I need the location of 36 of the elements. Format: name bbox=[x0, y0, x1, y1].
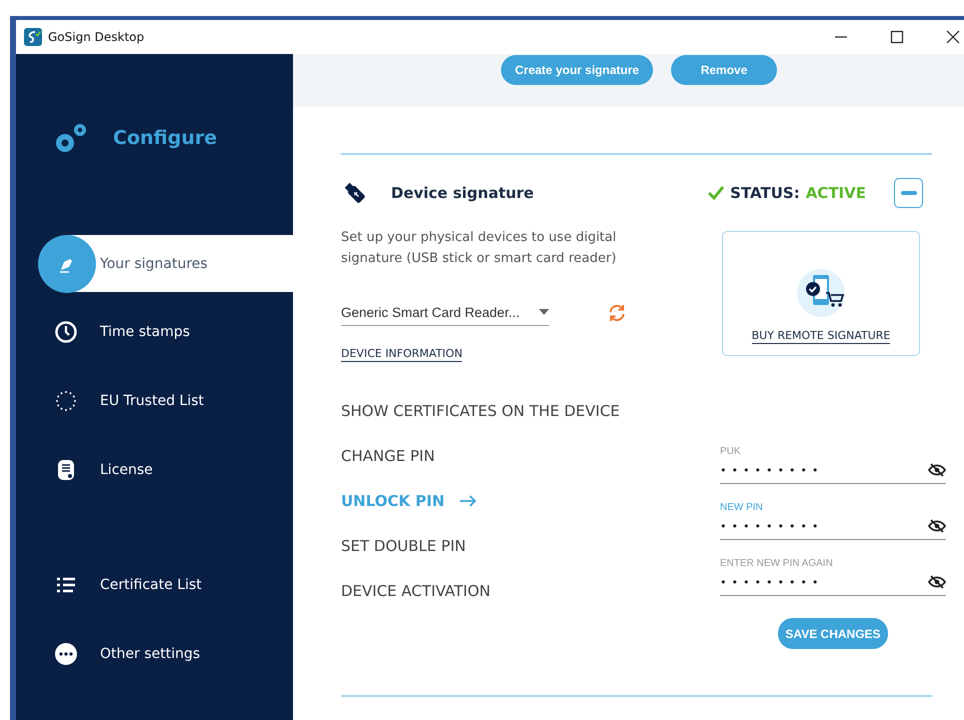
window-title: GoSign Desktop bbox=[48, 30, 144, 44]
action-item[interactable]: DEVICE ACTIVATION bbox=[341, 568, 671, 613]
action-item[interactable]: SHOW CERTIFICATES ON THE DEVICE bbox=[341, 388, 671, 433]
eye-off-icon[interactable] bbox=[928, 463, 946, 477]
sidebar-item[interactable]: License bbox=[16, 441, 293, 499]
password-field[interactable]: NEW PIN ••••••••• bbox=[720, 484, 946, 540]
device-dropdown[interactable]: Generic Smart Card Reader... bbox=[341, 299, 549, 326]
eye-off-icon[interactable] bbox=[928, 519, 946, 533]
maximize-icon[interactable] bbox=[890, 30, 904, 44]
password-field[interactable]: PUK ••••••••• bbox=[720, 438, 946, 484]
app-logo-icon bbox=[24, 28, 42, 46]
action-item[interactable]: SET DOUBLE PIN bbox=[341, 523, 671, 568]
buy-remote-signature-link[interactable]: BUY REMOTE SIGNATURE bbox=[752, 329, 890, 344]
more-icon bbox=[54, 642, 78, 666]
description-text: Set up your physical devices to use digital signature (USB stick or smart card reader) bbox=[341, 229, 618, 268]
caret-icon bbox=[539, 309, 549, 315]
arrow-icon bbox=[458, 494, 476, 506]
sidebar-item[interactable]: Time stamps bbox=[16, 303, 293, 361]
sidebar-item[interactable]: Other settings bbox=[16, 625, 293, 683]
action-item[interactable]: CHANGE PIN bbox=[341, 433, 671, 478]
status-label: STATUS: bbox=[730, 184, 800, 202]
sidebar-item[interactable]: Your signatures bbox=[38, 235, 293, 292]
clock-icon bbox=[54, 320, 78, 344]
sidebar-item[interactable]: EU Trusted List bbox=[16, 372, 293, 430]
password-field[interactable]: ENTER NEW PIN AGAIN ••••••••• bbox=[720, 540, 946, 596]
status-value: ACTIVE bbox=[806, 184, 866, 202]
device-information-link[interactable]: DEVICE INFORMATION bbox=[341, 347, 462, 362]
sidebar-heading: Configure bbox=[113, 127, 217, 149]
sidebar-item[interactable]: Certificate List bbox=[16, 556, 293, 614]
collapse-button[interactable] bbox=[894, 178, 923, 208]
check-icon bbox=[708, 186, 724, 200]
refresh-icon[interactable] bbox=[607, 302, 627, 322]
section-title: Device signature bbox=[391, 184, 535, 202]
minus-icon bbox=[900, 191, 916, 195]
eye-off-icon[interactable] bbox=[928, 575, 946, 589]
close-icon[interactable] bbox=[946, 30, 960, 44]
